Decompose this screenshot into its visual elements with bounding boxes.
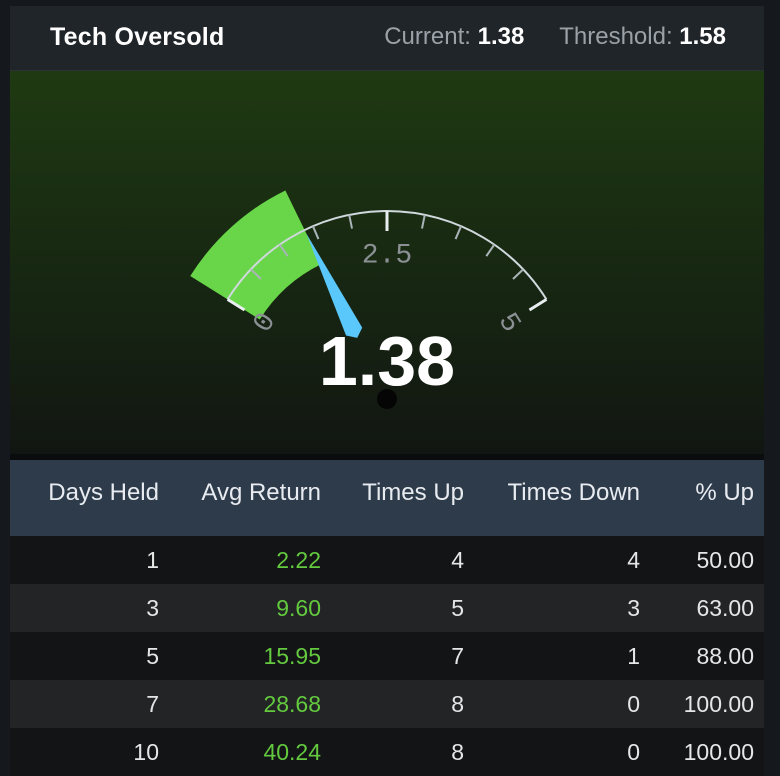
header-stats: Current: 1.38 Threshold: 1.58 — [384, 23, 726, 51]
gauge-tick — [485, 244, 496, 257]
cell-times-up: 7 — [333, 632, 476, 680]
cell-pct-up: 63.00 — [652, 584, 764, 632]
cell-times-up: 8 — [333, 728, 476, 776]
gauge-panel: 0 2.5 5 1.38 — [10, 71, 764, 454]
column-header-pct-up: % Up — [652, 460, 764, 536]
threshold-label: Threshold: — [559, 23, 673, 50]
gauge-value-band — [190, 190, 322, 320]
results-table: Days Held Avg Return Times Up Times Down… — [10, 460, 764, 776]
threshold-value: 1.58 — [679, 23, 726, 50]
gauge-tick — [454, 225, 462, 240]
cell-times-down: 4 — [476, 536, 652, 584]
table-row: 1 2.22 4 4 50.00 — [10, 536, 764, 584]
cell-avg-return: 9.60 — [171, 584, 333, 632]
cell-pct-up: 88.00 — [652, 632, 764, 680]
cell-days-held: 5 — [10, 632, 171, 680]
cell-pct-up: 100.00 — [652, 680, 764, 728]
gauge-tick-label: 2.5 — [362, 240, 412, 271]
table-row: 10 40.24 8 0 100.00 — [10, 728, 764, 776]
table-row: 3 9.60 5 3 63.00 — [10, 584, 764, 632]
gauge-tick — [512, 268, 524, 280]
gauge-tick — [348, 214, 353, 229]
cell-times-up: 4 — [333, 536, 476, 584]
card-title: Tech Oversold — [50, 23, 225, 51]
cell-avg-return: 2.22 — [171, 536, 333, 584]
cell-days-held: 1 — [10, 536, 171, 584]
cell-times-up: 8 — [333, 680, 476, 728]
cell-avg-return: 28.68 — [171, 680, 333, 728]
gauge: 0 2.5 5 1.38 — [190, 190, 548, 409]
current-label: Current: — [384, 23, 471, 50]
column-header-days-held: Days Held — [10, 460, 171, 536]
card-header: Tech Oversold Current: 1.38 Threshold: 1… — [10, 6, 764, 71]
gauge-value-readout: 1.38 — [319, 322, 455, 400]
cell-days-held: 3 — [10, 584, 171, 632]
cell-times-down: 1 — [476, 632, 652, 680]
column-header-times-down: Times Down — [476, 460, 652, 536]
column-header-avg-return: Avg Return — [171, 460, 333, 536]
gauge-hub — [377, 389, 397, 409]
gauge-tick-label: 0 — [248, 308, 283, 339]
cell-days-held: 10 — [10, 728, 171, 776]
cell-times-down: 3 — [476, 584, 652, 632]
cell-avg-return: 15.95 — [171, 632, 333, 680]
cell-avg-return: 40.24 — [171, 728, 333, 776]
table-row: 7 28.68 8 0 100.00 — [10, 680, 764, 728]
current-value: 1.38 — [477, 23, 525, 50]
table-header-row: Days Held Avg Return Times Up Times Down… — [10, 460, 764, 536]
table-row: 5 15.95 7 1 88.00 — [10, 632, 764, 680]
gauge-tick-label: 5 — [491, 308, 526, 339]
cell-pct-up: 50.00 — [652, 536, 764, 584]
column-header-times-up: Times Up — [333, 460, 476, 536]
cell-times-down: 0 — [476, 680, 652, 728]
gauge-tick — [421, 214, 426, 229]
cell-times-down: 0 — [476, 728, 652, 776]
gauge-tick — [528, 298, 548, 312]
cell-days-held: 7 — [10, 680, 171, 728]
cell-pct-up: 100.00 — [652, 728, 764, 776]
indicator-card: Tech Oversold Current: 1.38 Threshold: 1… — [10, 6, 764, 776]
cell-times-up: 5 — [333, 584, 476, 632]
gauge-tick — [312, 225, 320, 240]
